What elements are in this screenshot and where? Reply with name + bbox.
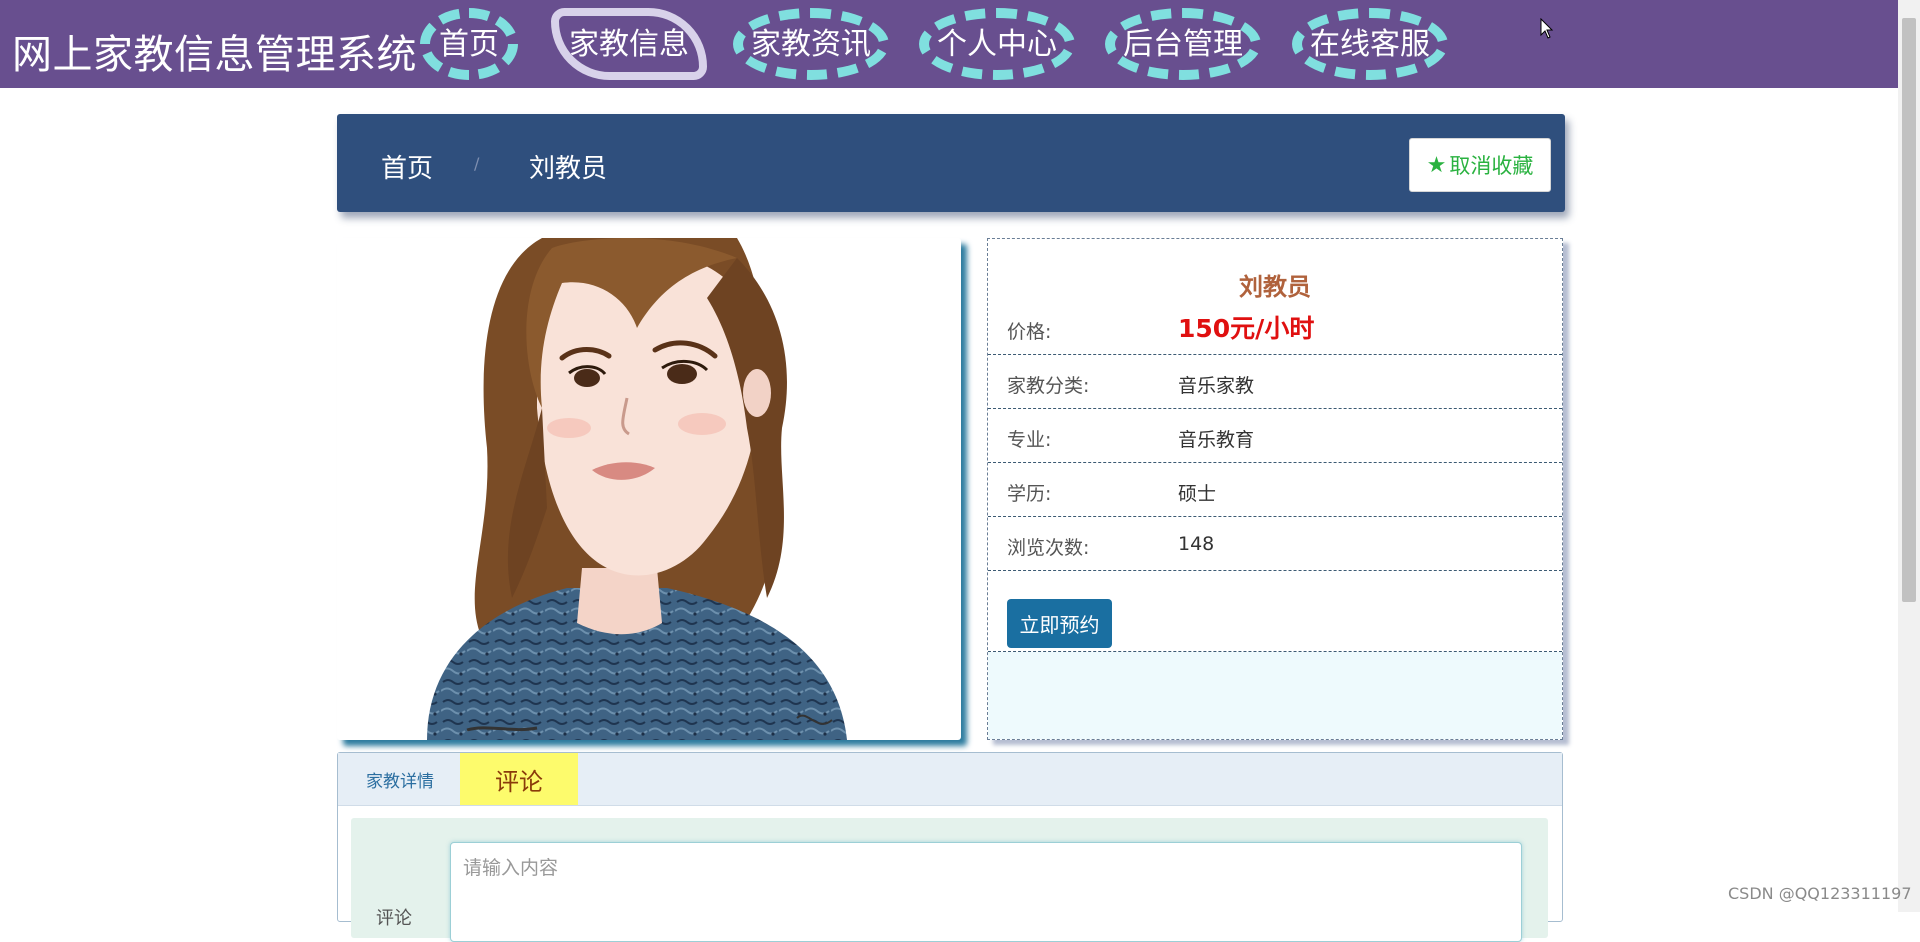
nav-item-tutor-info[interactable]: 家教信息	[551, 8, 707, 80]
cancel-favorite-label: 取消收藏	[1449, 154, 1534, 178]
comment-input[interactable]: 请输入内容	[450, 842, 1522, 942]
tutor-portrait-illustration	[427, 238, 847, 740]
cancel-favorite-button[interactable]: ★ 取消收藏	[1409, 138, 1551, 192]
nav-item-admin[interactable]: 后台管理	[1105, 8, 1261, 80]
page-scrollbar[interactable]	[1898, 0, 1920, 912]
price-label: 价格:	[1007, 321, 1052, 343]
tab-comments[interactable]: 评论	[460, 753, 578, 805]
csdn-watermark: CSDN @QQ123311197	[1728, 884, 1912, 903]
star-icon: ★	[1426, 152, 1447, 178]
education-value: 硕士	[1178, 483, 1217, 505]
nav-item-label: 在线客服	[1310, 27, 1430, 62]
major-value: 音乐教育	[1178, 429, 1255, 451]
tutor-photo	[337, 238, 961, 740]
comment-form: 评论 请输入内容	[351, 818, 1548, 942]
info-row-education: 学历: 硕士	[988, 463, 1562, 517]
nav-item-label: 首页	[439, 27, 499, 62]
info-row-price: 价格: 150元/小时	[988, 301, 1562, 355]
education-label: 学历:	[1007, 483, 1052, 505]
book-now-button[interactable]: 立即预约	[1007, 599, 1112, 648]
site-title: 网上家教信息管理系统	[12, 32, 417, 78]
nav-item-label: 家教信息	[569, 27, 689, 62]
mouse-cursor-icon	[1540, 18, 1554, 39]
top-nav-bar: 网上家教信息管理系统 首页 家教信息 家教资讯 个人中心 后台管理 在线客服	[0, 0, 1898, 88]
detail-tabs-panel: 家教详情 评论 评论 请输入内容	[337, 752, 1563, 942]
comment-label: 评论	[376, 908, 412, 929]
nav-item-label: 后台管理	[1123, 27, 1243, 62]
book-row: 立即预约	[988, 594, 1562, 652]
breadcrumb-separator: /	[474, 154, 480, 173]
price-value: 150元/小时	[1178, 314, 1315, 343]
category-value: 音乐家教	[1178, 375, 1255, 397]
nav-item-home[interactable]: 首页	[420, 8, 518, 80]
nav-item-online-service[interactable]: 在线客服	[1292, 8, 1448, 80]
info-panel-footer	[988, 652, 1562, 739]
tutor-info-panel: 刘教员 价格: 150元/小时 家教分类: 音乐家教 专业: 音乐教育 学历: …	[987, 238, 1563, 740]
tab-tutor-details[interactable]: 家教详情	[346, 753, 454, 805]
views-label: 浏览次数:	[1007, 537, 1090, 559]
tutor-name: 刘教员	[1239, 273, 1311, 301]
breadcrumb: 首页 / 刘教员 ★ 取消收藏	[337, 114, 1565, 212]
tab-header: 家教详情 评论	[338, 753, 1562, 806]
nav-item-label: 家教资讯	[751, 27, 871, 62]
nav-item-tutor-news[interactable]: 家教资讯	[733, 8, 889, 80]
info-row-major: 专业: 音乐教育	[988, 409, 1562, 463]
breadcrumb-home-link[interactable]: 首页	[381, 148, 433, 185]
info-row-category: 家教分类: 音乐家教	[988, 355, 1562, 409]
breadcrumb-current: 刘教员	[529, 154, 608, 184]
nav-item-label: 个人中心	[937, 27, 1057, 62]
category-label: 家教分类:	[1007, 375, 1090, 397]
major-label: 专业:	[1007, 429, 1052, 451]
info-row-views: 浏览次数: 148	[988, 517, 1562, 571]
scrollbar-thumb[interactable]	[1902, 18, 1916, 602]
views-value: 148	[1178, 533, 1215, 555]
nav-item-personal-center[interactable]: 个人中心	[919, 8, 1075, 80]
